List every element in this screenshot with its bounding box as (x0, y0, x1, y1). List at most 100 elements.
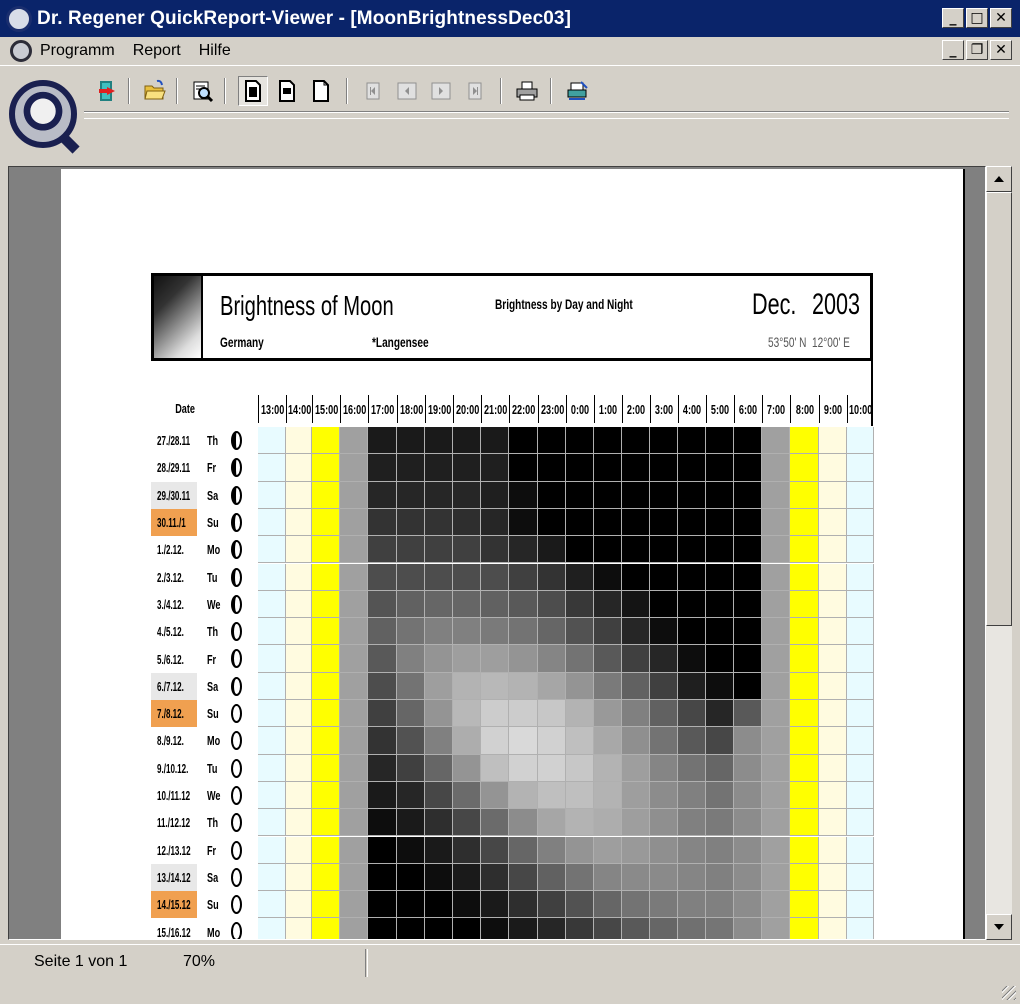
moon-phase-icon (231, 458, 242, 478)
brightness-cell (566, 700, 594, 728)
brightness-cell (622, 700, 650, 728)
hour-header: 10:00 (847, 395, 874, 423)
brightness-cell (340, 809, 368, 837)
brightness-cell (706, 781, 734, 810)
page-fit-icon[interactable] (238, 76, 268, 106)
brightness-cell (481, 727, 509, 755)
table-row: 13./14.12 Sa (151, 863, 874, 892)
brightness-cell (286, 781, 312, 810)
brightness-cell (368, 508, 397, 537)
brightness-cell (762, 563, 790, 591)
brightness-cell (481, 918, 509, 939)
brightness-cell (425, 427, 453, 455)
menu-programm[interactable]: Programm (40, 42, 115, 60)
vertical-scrollbar[interactable] (986, 166, 1012, 940)
brightness-cell (368, 645, 397, 673)
brightness-cell (453, 427, 481, 455)
scroll-up-button[interactable] (986, 166, 1012, 192)
brightness-cell (790, 781, 819, 810)
next-page-icon[interactable] (426, 76, 456, 106)
child-close-button[interactable]: ✕ (990, 40, 1012, 60)
brightness-cell (340, 672, 368, 700)
brightness-cell (762, 781, 790, 810)
app-icon[interactable] (6, 5, 32, 32)
brightness-cell (622, 618, 650, 646)
menu-hilfe[interactable]: Hilfe (199, 42, 231, 60)
child-minimize-button[interactable]: _ (942, 40, 964, 60)
brightness-cell (425, 863, 453, 892)
brightness-cell (650, 863, 678, 892)
brightness-cell (258, 590, 286, 619)
brightness-cell (622, 536, 650, 564)
brightness-cell (678, 508, 706, 537)
moon-phase-icon (231, 512, 242, 532)
page-width-icon[interactable] (272, 76, 302, 106)
maximize-button[interactable]: □ (966, 8, 988, 28)
exit-icon[interactable] (92, 76, 122, 106)
status-zoom: 70% (183, 953, 216, 970)
open-folder-icon[interactable] (140, 76, 170, 106)
brightness-cell (286, 618, 312, 646)
brightness-cell (286, 508, 312, 537)
row-date-label: 12./13.12 Fr (157, 842, 217, 858)
scroll-thumb[interactable] (986, 192, 1012, 626)
menu-report[interactable]: Report (133, 42, 181, 60)
brightness-cell (368, 618, 397, 646)
table-row: 3./4.12. We (151, 590, 874, 619)
print-icon[interactable] (512, 76, 542, 106)
brightness-cell (312, 836, 340, 864)
resize-grip[interactable] (1002, 986, 1016, 1000)
report-preview[interactable]: Brightness of Moon Brightness by Day and… (8, 166, 986, 940)
moon-phase-icon (231, 785, 242, 805)
table-row: 28./29.11 Fr (151, 454, 874, 482)
brightness-cell (509, 427, 538, 455)
brightness-cell (368, 918, 397, 939)
child-restore-button[interactable]: ❐ (966, 40, 988, 60)
brightness-cell (258, 918, 286, 939)
brightness-cell (340, 427, 368, 455)
brightness-cell (397, 700, 425, 728)
brightness-cell (340, 645, 368, 673)
brightness-cell (594, 618, 622, 646)
hour-header: 6:00 (734, 395, 762, 423)
brightness-cell (734, 781, 762, 810)
brightness-cell (453, 727, 481, 755)
close-button[interactable]: ✕ (990, 8, 1012, 28)
report-latitude: 53°50' N (768, 334, 807, 350)
brightness-cell (762, 891, 790, 919)
hour-header: 4:00 (678, 395, 706, 423)
prev-page-icon[interactable] (392, 76, 422, 106)
brightness-cell (286, 563, 312, 591)
brightness-cell (538, 836, 566, 864)
scroll-down-button[interactable] (986, 914, 1012, 940)
page-100-icon[interactable] (306, 76, 336, 106)
brightness-cell (368, 727, 397, 755)
brightness-cell (340, 536, 368, 564)
brightness-cell (622, 563, 650, 591)
first-page-icon[interactable] (358, 76, 388, 106)
minimize-button[interactable]: _ (942, 8, 964, 28)
brightness-cell (594, 836, 622, 864)
brightness-cell (819, 481, 847, 509)
brightness-cell (425, 891, 453, 919)
zoom-icon[interactable] (188, 76, 218, 106)
brightness-cell (397, 781, 425, 810)
brightness-cell (650, 536, 678, 564)
table-row: 2./3.12. Tu (151, 563, 874, 591)
document-icon[interactable] (10, 40, 32, 62)
brightness-cell (509, 481, 538, 509)
last-page-icon[interactable] (460, 76, 490, 106)
brightness-cell (368, 563, 397, 591)
row-date-label: 11./12.12 Th (157, 815, 219, 831)
printer-setup-icon[interactable] (562, 76, 592, 106)
brightness-cell (678, 891, 706, 919)
brightness-cell (819, 508, 847, 537)
brightness-cell (509, 645, 538, 673)
hour-header: 1:00 (594, 395, 622, 423)
brightness-cell (650, 891, 678, 919)
brightness-cell (819, 836, 847, 864)
brightness-cell (762, 836, 790, 864)
brightness-cell (340, 863, 368, 892)
brightness-cell (312, 563, 340, 591)
brightness-cell (425, 836, 453, 864)
